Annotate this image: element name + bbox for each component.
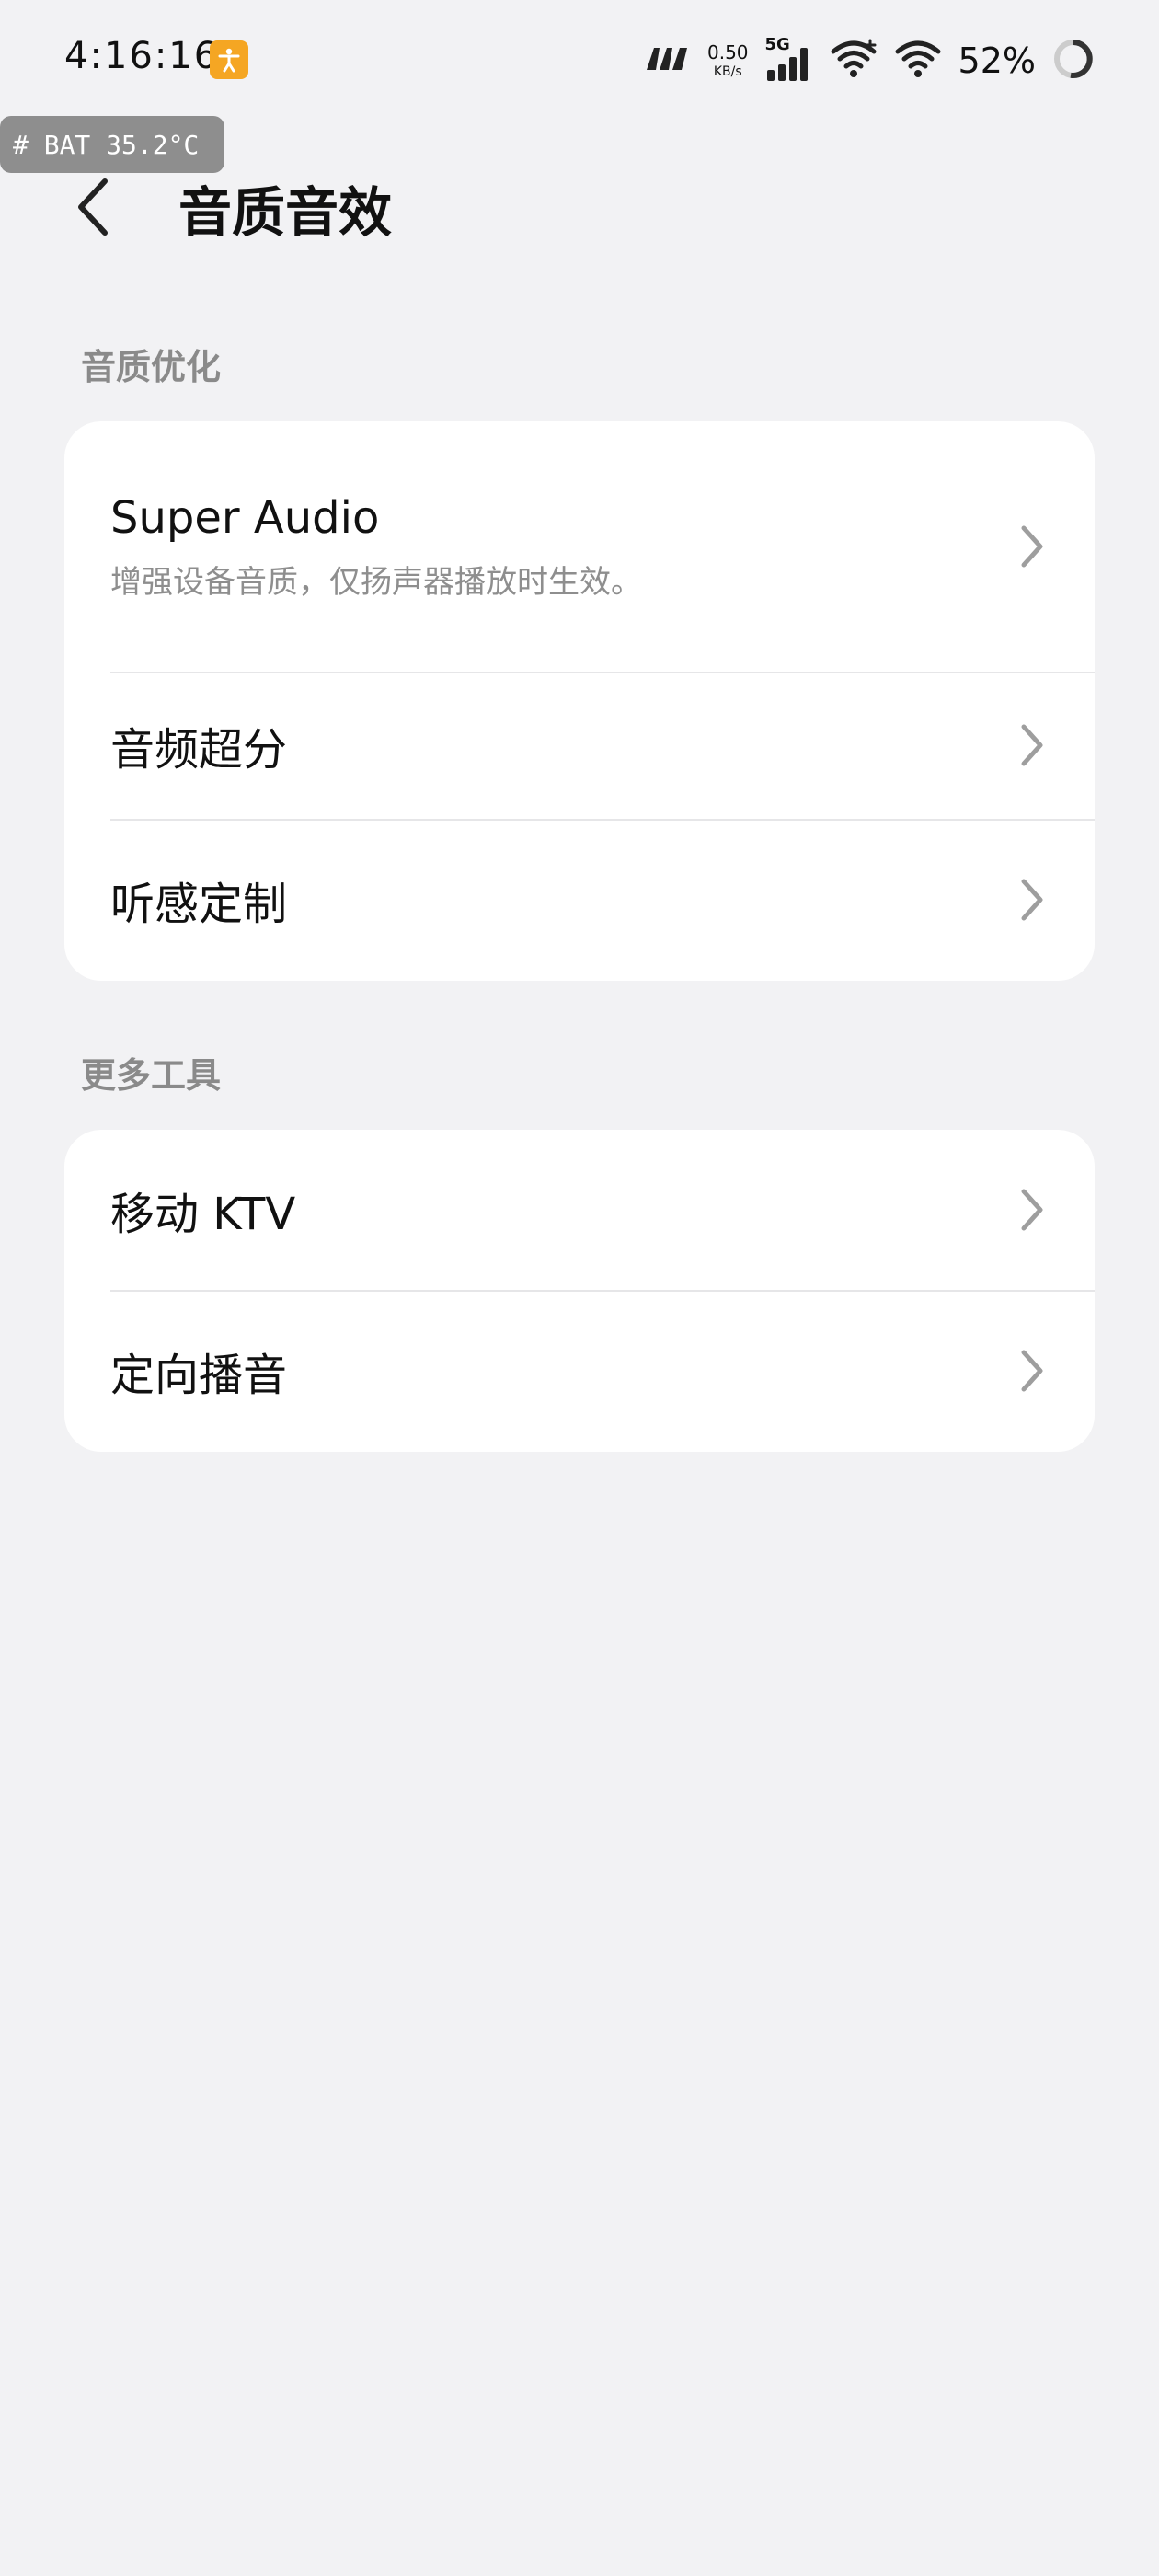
list-item-super-audio[interactable]: Super Audio 增强设备音质，仅扬声器播放时生效。 [64, 421, 1095, 672]
m-brand-icon [643, 44, 691, 77]
list-item-title: Super Audio [110, 491, 380, 544]
section-label-sound-quality: 音质优化 [81, 347, 222, 387]
list-item-title: 定向播音 [110, 1350, 288, 1401]
battery-percent: 52% [958, 40, 1036, 81]
status-time: 4:16:16 [64, 35, 220, 77]
section-label-more-tools: 更多工具 [81, 1055, 222, 1096]
chevron-right-icon [1016, 1184, 1049, 1236]
status-bar: 4:16:16 0.50 KB/s 5G 52% [0, 0, 1159, 129]
list-item-mobile-ktv[interactable]: 移动 KTV [64, 1130, 1095, 1290]
back-chevron-icon [78, 178, 108, 236]
net-speed: 0.50 KB/s [707, 43, 749, 78]
header: 音质音效 [0, 156, 1159, 258]
list-item-subtitle: 增强设备音质，仅扬声器播放时生效。 [110, 563, 642, 601]
card-sound-quality: Super Audio 增强设备音质，仅扬声器播放时生效。 音频超分 听感定制 [64, 421, 1095, 981]
chevron-right-icon [1016, 521, 1049, 572]
wifi-plus-icon [830, 39, 878, 83]
chevron-right-icon [1016, 874, 1049, 926]
chevron-right-icon [1016, 1345, 1049, 1397]
list-item-title: 音频超分 [110, 724, 288, 776]
net-speed-unit: KB/s [713, 64, 742, 79]
signal-icon: 5G [765, 35, 813, 83]
wifi-icon [894, 39, 942, 83]
list-item-title: 移动 KTV [110, 1189, 296, 1240]
list-item-directional-playback[interactable]: 定向播音 [64, 1290, 1095, 1452]
list-item-title: 听感定制 [110, 879, 288, 930]
status-right-group: 0.50 KB/s 5G 52% [643, 33, 1095, 88]
list-item-listening-customization[interactable]: 听感定制 [64, 819, 1095, 981]
page-title: 音质音效 [178, 181, 393, 244]
net-speed-value: 0.50 [707, 41, 749, 63]
accessibility-icon [210, 40, 248, 79]
chevron-right-icon [1016, 719, 1049, 771]
back-button[interactable] [66, 175, 121, 239]
card-more-tools: 移动 KTV 定向播音 [64, 1130, 1095, 1452]
list-item-audio-super-resolution[interactable]: 音频超分 [64, 672, 1095, 819]
battery-ring-icon [1052, 38, 1095, 84]
